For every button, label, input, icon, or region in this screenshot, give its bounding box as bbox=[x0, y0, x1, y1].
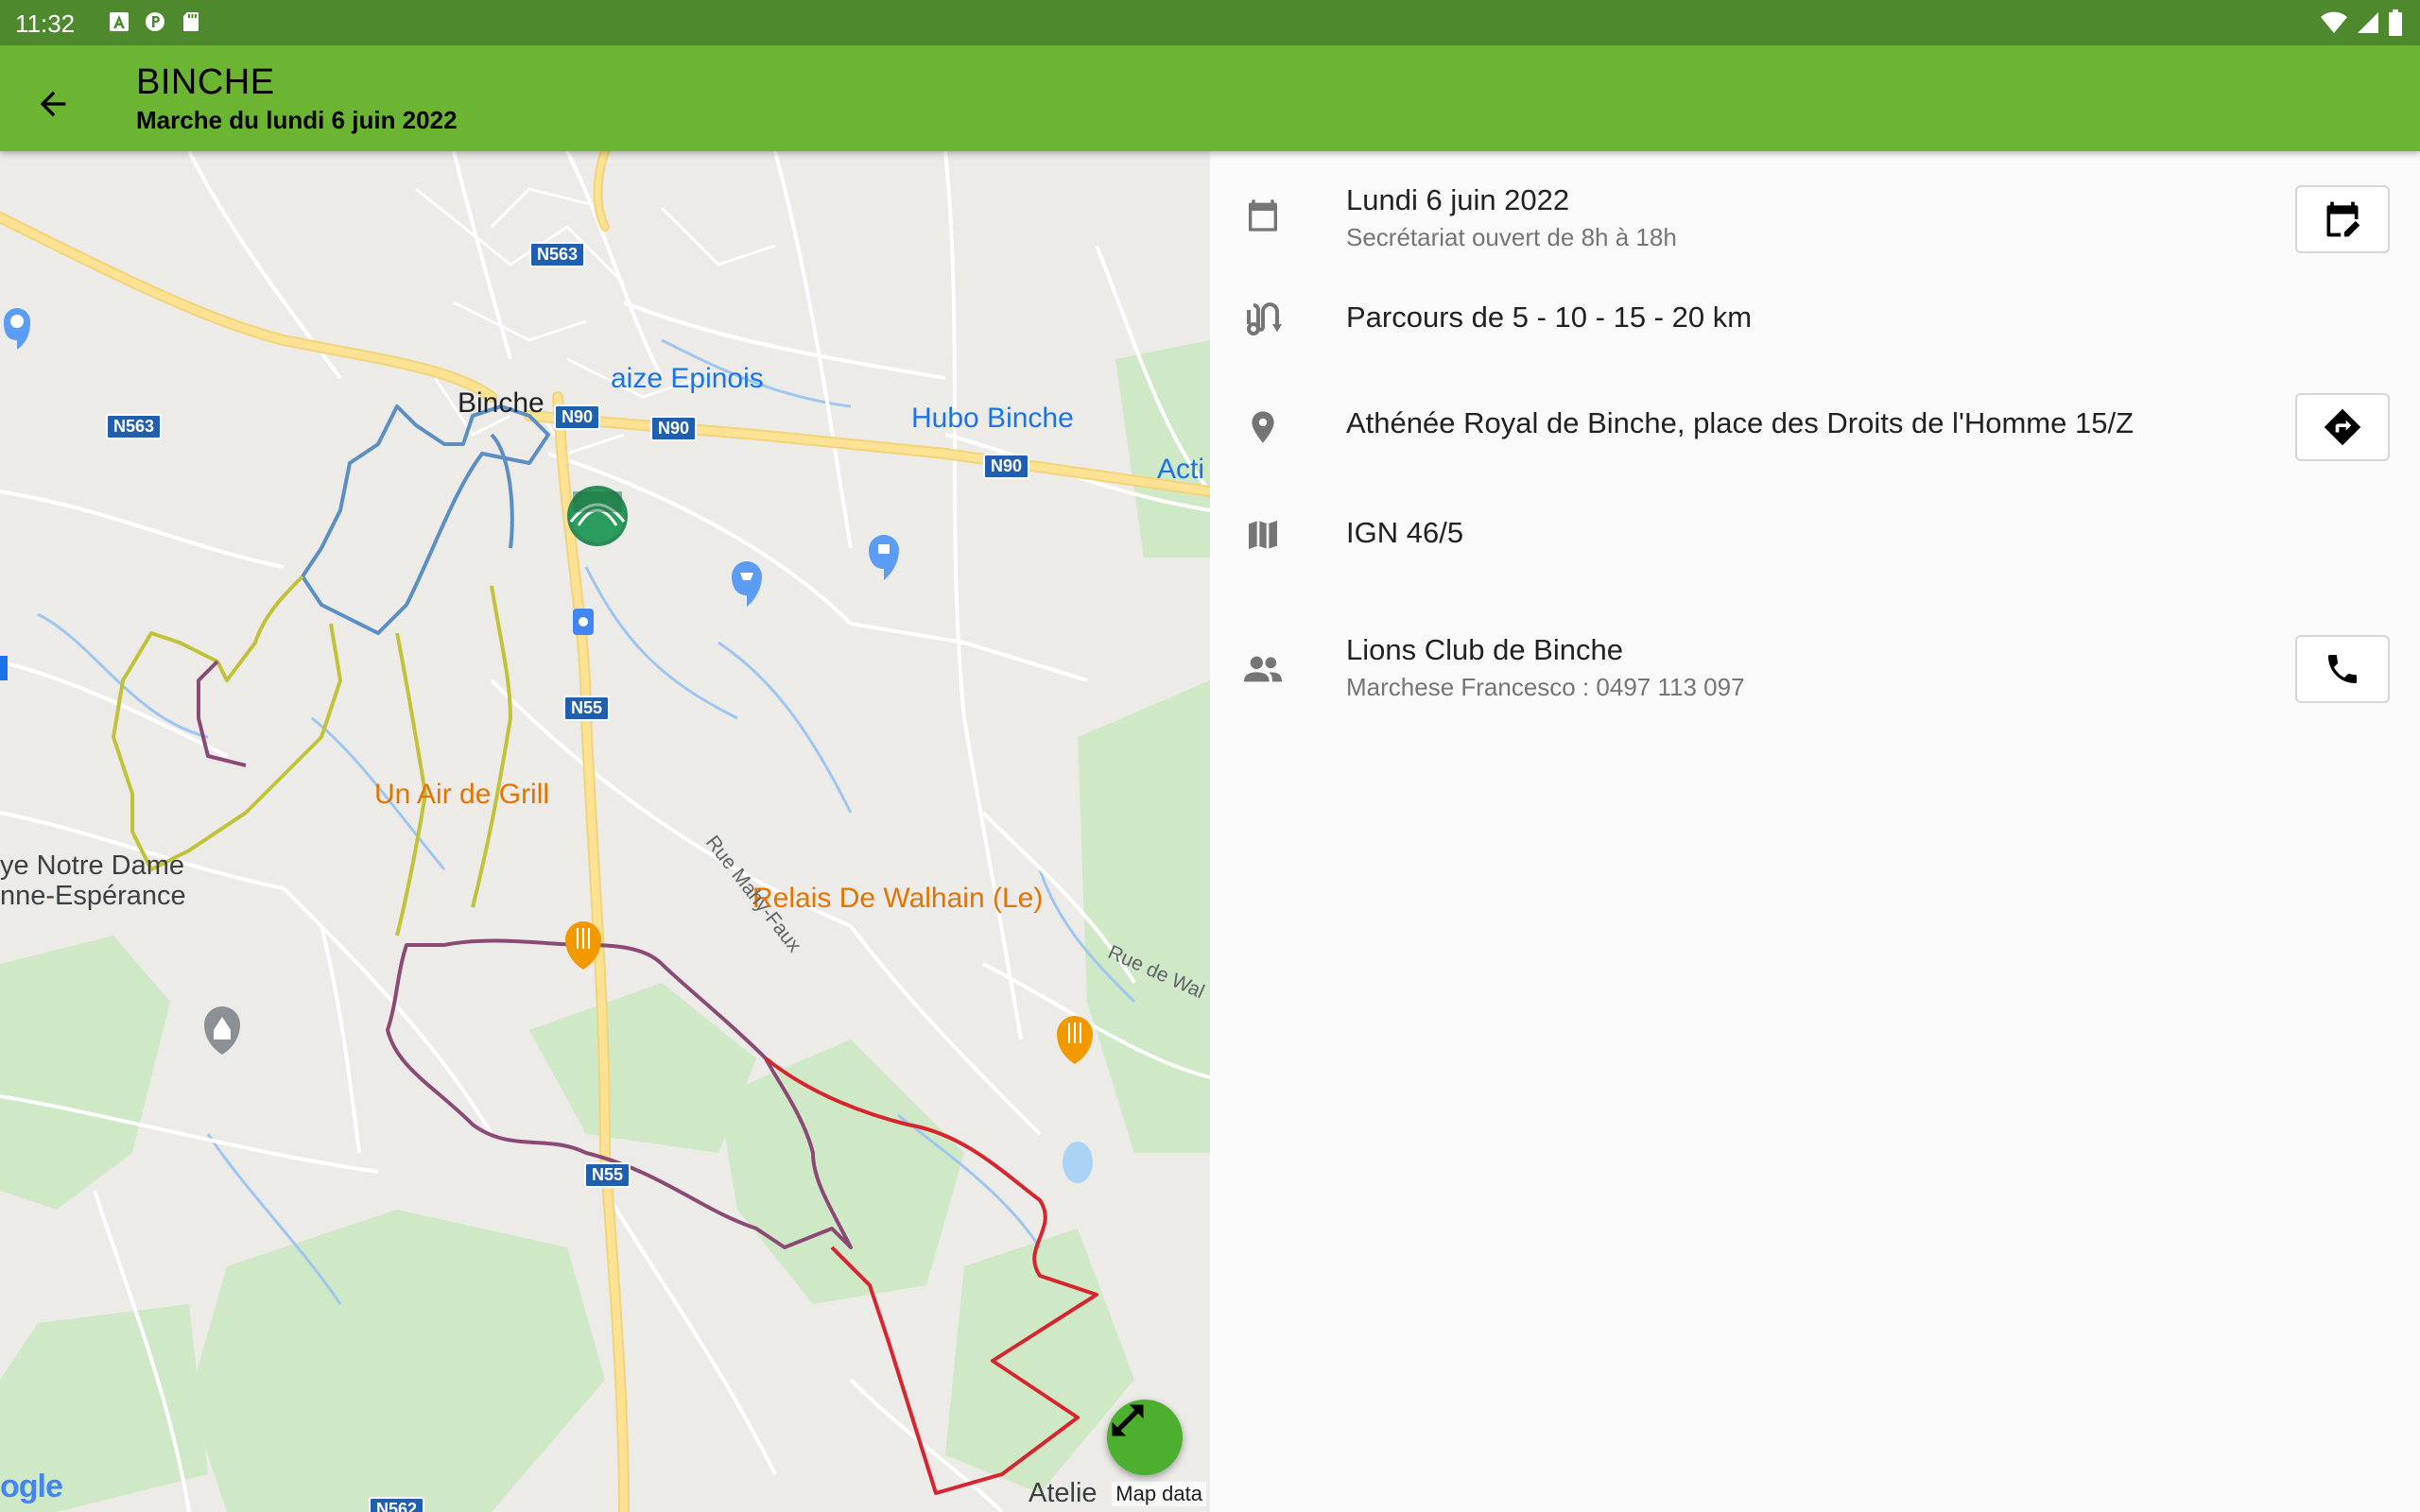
battery-icon bbox=[2389, 9, 2402, 36]
people-icon bbox=[1242, 648, 1284, 690]
map-label-atelier[interactable]: Atelie bbox=[1028, 1478, 1098, 1509]
status-time: 11:32 bbox=[15, 9, 76, 38]
arrow-back-icon bbox=[40, 91, 66, 117]
sd-card-icon bbox=[183, 12, 199, 31]
route-icon bbox=[1242, 299, 1284, 340]
google-logo[interactable]: ogle bbox=[0, 1469, 63, 1505]
detail-row-location: Athénée Royal de Binche, place des Droit… bbox=[1210, 386, 2420, 471]
detail-row-distances: Parcours de 5 - 10 - 15 - 20 km bbox=[1210, 284, 2420, 359]
detail-row-date: Lundi 6 juin 2022 Secrétariat ouvert de … bbox=[1210, 170, 2420, 265]
add-to-calendar-button[interactable] bbox=[2295, 185, 2390, 253]
map-label-acti[interactable]: Acti bbox=[1157, 454, 1204, 486]
map-reference-text: IGN 46/5 bbox=[1346, 516, 1464, 549]
distances-text: Parcours de 5 - 10 - 15 - 20 km bbox=[1346, 301, 1753, 334]
expand-icon bbox=[1112, 1404, 1144, 1436]
map-label-relais[interactable]: Relais De Walhain (Le) bbox=[752, 883, 1043, 915]
map-label-binche[interactable]: Binche bbox=[458, 387, 544, 420]
road-shield: N90 bbox=[650, 416, 698, 441]
road-shield: N55 bbox=[584, 1162, 631, 1188]
road-shield: N562 bbox=[369, 1497, 425, 1512]
walk-details: Lundi 6 juin 2022 Secrétariat ouvert de … bbox=[1210, 151, 2420, 1512]
status-system-icons bbox=[2320, 9, 2403, 36]
map-attribution[interactable]: Map data bbox=[1112, 1482, 1206, 1506]
directions-icon bbox=[2324, 408, 2361, 446]
road-shield: N90 bbox=[983, 454, 1030, 479]
road-shield: N563 bbox=[106, 414, 163, 439]
map-label-abbaye[interactable]: ye Notre Dame bbox=[0, 850, 184, 882]
calendar-edit-icon bbox=[2326, 201, 2360, 237]
secretariat-hours: Secrétariat ouvert de 8h à 18h bbox=[1346, 223, 1677, 251]
signal-icon bbox=[2358, 12, 2378, 33]
p-notification-icon bbox=[146, 12, 164, 31]
calendar-icon bbox=[1242, 195, 1284, 236]
detail-row-organizer: Lions Club de Binche Marchese Francesco … bbox=[1210, 620, 2420, 714]
wifi-icon bbox=[2321, 11, 2347, 33]
map-label-abbaye-2[interactable]: nne-Espérance bbox=[0, 881, 186, 912]
app-bar: BINCHE Marche du lundi 6 juin 2022 bbox=[0, 45, 2420, 151]
date-text: Lundi 6 juin 2022 bbox=[1346, 183, 1570, 216]
organizer-contact[interactable]: Marchese Francesco : 0497 113 097 bbox=[1346, 673, 1745, 702]
road-shield: N55 bbox=[563, 696, 611, 721]
map-label-grill[interactable]: Un Air de Grill bbox=[374, 779, 549, 811]
map-canvas bbox=[0, 151, 1210, 1512]
phone-icon bbox=[2328, 655, 2357, 683]
route-map[interactable]: N563 N563 N90 N90 N90 N55 N55 N562 Binch… bbox=[0, 151, 1210, 1512]
location-pin-icon bbox=[1242, 406, 1284, 448]
back-button[interactable] bbox=[25, 76, 81, 132]
directions-button[interactable] bbox=[2295, 393, 2390, 461]
a-notification-icon bbox=[110, 12, 129, 31]
page-subtitle: Marche du lundi 6 juin 2022 bbox=[136, 106, 458, 134]
location-text: Athénée Royal de Binche, place des Droit… bbox=[1346, 406, 2135, 439]
expand-map-button[interactable] bbox=[1107, 1400, 1183, 1475]
road-shield: N90 bbox=[554, 404, 601, 430]
status-notifications bbox=[108, 10, 202, 33]
page-title: BINCHE bbox=[136, 62, 275, 102]
map-label-hubo[interactable]: Hubo Binche bbox=[911, 403, 1074, 435]
map-label-epinois[interactable]: aize Epinois bbox=[611, 363, 764, 395]
road-shield: N563 bbox=[529, 242, 586, 267]
call-button[interactable] bbox=[2295, 635, 2390, 703]
status-bar: 11:32 bbox=[0, 0, 2420, 45]
organizer-name: Lions Club de Binche bbox=[1346, 633, 1623, 666]
detail-row-map-reference: IGN 46/5 bbox=[1210, 499, 2420, 575]
map-icon bbox=[1242, 514, 1284, 556]
